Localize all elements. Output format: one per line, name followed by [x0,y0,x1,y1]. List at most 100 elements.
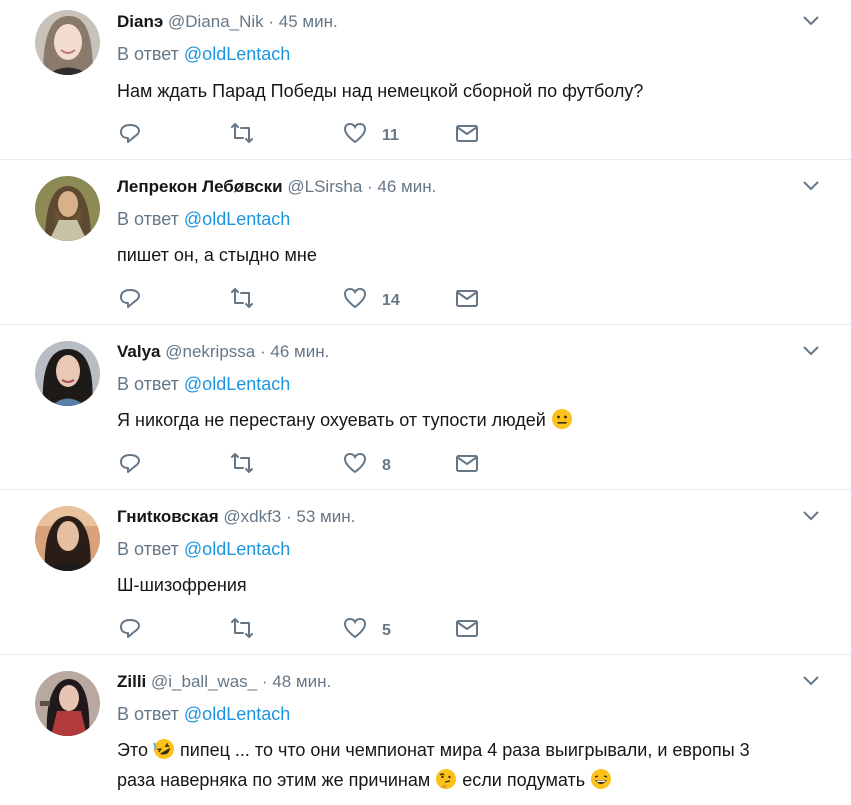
tweet-text: Нам ждать Парад Победы над немецкой сбор… [117,81,644,101]
like-count: 8 [382,457,391,474]
timestamp[interactable]: 45 мин. [279,12,338,31]
timestamp[interactable]: 46 мин. [270,342,329,361]
reply-button[interactable] [117,283,143,313]
reply-mention-link[interactable]: @oldLentach [184,44,290,64]
avatar[interactable] [35,10,100,75]
avatar[interactable] [35,506,100,571]
reply-mention-link[interactable]: @oldLentach [184,374,290,394]
display-name[interactable]: Dianэ [117,12,163,31]
separator-dot: · [286,507,292,526]
reply-context: В ответ @oldLentach [117,42,290,66]
reply-context: В ответ @oldLentach [117,207,290,231]
like-count: 14 [382,292,400,309]
envelope-icon [456,290,478,307]
like-button[interactable]: 5 [342,613,391,643]
tweet-text-part: если подумать [462,770,586,790]
tweet-text: Ш-шизофрения [117,575,247,595]
username[interactable]: @Diana_Nik [168,12,264,31]
separator-dot: · [367,177,373,196]
tweet-header: Dianэ @Diana_Nik · 45 мин. [117,10,338,34]
reply-context: В ответ @oldLentach [117,702,290,726]
envelope-icon [456,125,478,142]
reply-button[interactable] [117,118,143,148]
heart-icon [343,122,367,144]
display-name[interactable]: Valya [117,342,161,361]
username[interactable]: @xdkf3 [223,507,281,526]
avatar[interactable] [35,341,100,406]
avatar[interactable] [35,176,100,241]
reply-context: В ответ @oldLentach [117,537,290,561]
tweet-text: Я никогда не перестану охуевать от тупос… [117,410,546,430]
like-button[interactable]: 14 [342,283,400,313]
reply-mention-link[interactable]: @oldLentach [184,539,290,559]
tweet[interactable]: Valya @nekripssa · 46 мин. В ответ @oldL… [0,325,851,490]
retweet-button[interactable] [229,448,255,478]
direct-message-button[interactable] [454,448,480,478]
reply-context: В ответ @oldLentach [117,372,290,396]
rolling-laughing-face-icon [153,739,175,759]
timestamp[interactable]: 46 мин. [377,177,436,196]
chevron-down-icon[interactable] [801,344,821,358]
timestamp[interactable]: 53 мин. [296,507,355,526]
reply-button[interactable] [117,448,143,478]
retweet-icon [231,453,253,473]
retweet-icon [231,288,253,308]
reply-prefix: В ответ [117,704,179,724]
like-count: 5 [382,622,391,639]
reply-mention-link[interactable]: @oldLentach [184,209,290,229]
display-name[interactable]: Zilli [117,672,146,691]
tweet-header: Лепрекон Лебøвски @LSirsha · 46 мин. [117,175,436,199]
reply-icon [120,124,140,143]
direct-message-button[interactable] [454,283,480,313]
grinning-face-icon [591,769,612,789]
retweet-button[interactable] [229,283,255,313]
like-button[interactable]: 11 [342,118,399,148]
tweet-header: Гниtковская @xdkf3 · 53 мин. [117,505,355,529]
thinking-face-icon [436,769,457,789]
tweet[interactable]: Dianэ @Diana_Nik · 45 мин. В ответ @oldL… [0,0,851,160]
envelope-icon [456,620,478,637]
chevron-down-icon[interactable] [801,14,821,28]
chevron-down-icon[interactable] [801,179,821,193]
reply-prefix: В ответ [117,44,179,64]
timestamp[interactable]: 48 мин. [272,672,331,691]
retweet-icon [231,618,253,638]
heart-icon [343,617,367,639]
direct-message-button[interactable] [454,118,480,148]
tweet-text-part: Это [117,740,148,760]
username[interactable]: @nekripssa [165,342,255,361]
avatar[interactable] [35,671,100,736]
reply-mention-link[interactable]: @oldLentach [184,704,290,724]
tweet[interactable]: Гниtковская @xdkf3 · 53 мин. В ответ @ol… [0,490,851,655]
heart-icon [343,287,367,309]
envelope-icon [456,455,478,472]
avatar-image [35,176,100,241]
separator-dot: · [268,12,275,31]
retweet-button[interactable] [229,613,255,643]
reply-button[interactable] [117,613,143,643]
tweet-text-part: пипец ... то что они чемпионат мира 4 ра… [180,740,750,760]
chevron-down-icon[interactable] [801,674,821,688]
tweet[interactable]: Zilli @i_ball_was_ · 48 мин. В ответ @ol… [0,655,851,805]
avatar-image [35,341,100,406]
reply-prefix: В ответ [117,209,179,229]
reply-feed: Dianэ @Diana_Nik · 45 мин. В ответ @oldL… [0,0,851,805]
tweet[interactable]: Лепрекон Лебøвски @LSirsha · 46 мин. В о… [0,160,851,325]
username[interactable]: @i_ball_was_ [151,672,257,691]
avatar-image [35,10,100,75]
username[interactable]: @LSirsha [287,177,362,196]
avatar-image [35,671,100,736]
tweet-text-container: Я никогда не перестану охуевать от тупос… [117,405,817,435]
tweet-header: Valya @nekripssa · 46 мин. [117,340,329,364]
like-button[interactable]: 8 [342,448,391,478]
heart-icon [343,452,367,474]
tweet-text-part: раза наверняка по этим же причинам [117,770,431,790]
retweet-button[interactable] [229,118,255,148]
chevron-down-icon[interactable] [801,509,821,523]
tweet-text: пишет он, а стыдно мне [117,245,317,265]
display-name[interactable]: Лепрекон Лебøвски [117,177,283,196]
reply-prefix: В ответ [117,539,179,559]
direct-message-button[interactable] [454,613,480,643]
display-name[interactable]: Гниtковская [117,507,219,526]
reply-icon [120,289,140,308]
